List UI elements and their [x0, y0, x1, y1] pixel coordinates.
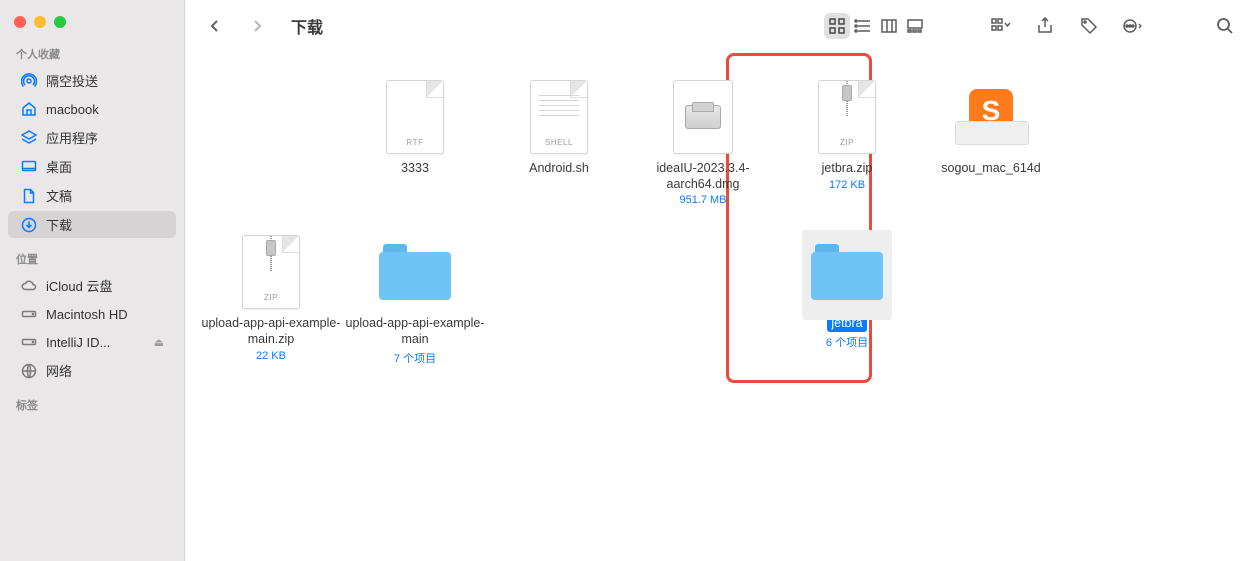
- globe-icon: [20, 362, 38, 380]
- window-title: 下载: [291, 14, 323, 38]
- desktop-icon: [20, 158, 38, 176]
- drive-icon: [20, 305, 38, 323]
- file-item[interactable]: ZIP jetbra.zip 172 KB: [775, 79, 919, 206]
- download-icon: [20, 216, 38, 234]
- view-gallery-button[interactable]: [902, 13, 928, 39]
- sidebar-item-desktop[interactable]: 桌面: [8, 153, 176, 180]
- sidebar-item-macintosh-hd[interactable]: Macintosh HD: [8, 301, 176, 327]
- action-menu-button[interactable]: [1120, 13, 1146, 39]
- file-item-selected[interactable]: jetbra 6 个项目: [775, 234, 919, 365]
- file-name: sogou_mac_614d: [941, 161, 1040, 177]
- sidebar-item-label: 网络: [46, 361, 72, 380]
- drive-icon: [20, 333, 38, 351]
- finder-window: 个人收藏 隔空投送 macbook 应用程序 桌面 文稿 下载 位置 iC: [0, 0, 1256, 561]
- file-name: jetbra.zip: [822, 161, 873, 177]
- sidebar-item-home[interactable]: macbook: [8, 96, 176, 122]
- file-item[interactable]: RTF 3333: [343, 79, 487, 206]
- file-meta: 172 KB: [829, 179, 865, 191]
- dmg-file-icon: [673, 80, 733, 154]
- content-pane: 下载 RTF 3333 SHE: [185, 0, 1256, 561]
- sidebar-item-label: Macintosh HD: [46, 307, 128, 322]
- close-window-button[interactable]: [14, 16, 26, 28]
- sogou-app-icon: S: [955, 89, 1027, 145]
- sidebar-item-label: macbook: [46, 102, 99, 117]
- window-controls: [0, 8, 184, 42]
- view-icons-button[interactable]: [824, 13, 850, 39]
- view-columns-button[interactable]: [876, 13, 902, 39]
- file-name: 3333: [401, 161, 429, 177]
- file-item[interactable]: ideaIU-2023.3.4-aarch64.dmg 951.7 MB: [631, 79, 775, 206]
- rtf-file-icon: RTF: [386, 80, 444, 154]
- toolbar: 下载: [185, 0, 1256, 53]
- forward-button[interactable]: [245, 14, 269, 38]
- shell-file-icon: SHELL: [530, 80, 588, 154]
- sidebar-item-label: iCloud 云盘: [46, 276, 112, 295]
- sidebar-section-favorites: 个人收藏: [0, 42, 184, 66]
- file-name: ideaIU-2023.3.4-aarch64.dmg: [633, 161, 773, 192]
- sidebar-item-label: 应用程序: [46, 128, 98, 147]
- house-icon: [20, 100, 38, 118]
- file-item[interactable]: ZIP upload-app-api-example-main.zip 22 K…: [199, 234, 343, 365]
- zip-file-icon: ZIP: [818, 80, 876, 154]
- sidebar-item-label: 文稿: [46, 186, 72, 205]
- sidebar-section-locations: 位置: [0, 247, 184, 271]
- sidebar-item-label: 桌面: [46, 157, 72, 176]
- airdrop-icon: [20, 72, 38, 90]
- file-meta: 7 个项目: [394, 350, 436, 366]
- sidebar-item-documents[interactable]: 文稿: [8, 182, 176, 209]
- tags-button[interactable]: [1076, 13, 1102, 39]
- group-by-button[interactable]: [988, 13, 1014, 39]
- app-icon: [20, 129, 38, 147]
- file-item[interactable]: SHELL Android.sh: [487, 79, 631, 206]
- sidebar-item-label: 隔空投送: [46, 71, 98, 90]
- sidebar-item-applications[interactable]: 应用程序: [8, 124, 176, 151]
- sidebar-item-network[interactable]: 网络: [8, 357, 176, 384]
- sidebar: 个人收藏 隔空投送 macbook 应用程序 桌面 文稿 下载 位置 iC: [0, 0, 185, 561]
- search-button[interactable]: [1212, 13, 1238, 39]
- file-meta: 6 个项目: [826, 334, 868, 350]
- file-meta: 951.7 MB: [679, 194, 726, 206]
- file-name: upload-app-api-example-main: [345, 316, 485, 347]
- file-item[interactable]: upload-app-api-example-main 7 个项目: [343, 234, 487, 365]
- folder-icon: [379, 244, 451, 300]
- maximize-window-button[interactable]: [54, 16, 66, 28]
- file-item[interactable]: S sogou_mac_614d: [919, 79, 1063, 206]
- file-name: upload-app-api-example-main.zip: [201, 316, 341, 347]
- sidebar-item-label: 下载: [46, 215, 72, 234]
- back-button[interactable]: [203, 14, 227, 38]
- doc-icon: [20, 187, 38, 205]
- folder-icon: [811, 244, 883, 300]
- cloud-icon: [20, 277, 38, 295]
- sidebar-item-intellij-disk[interactable]: IntelliJ ID... ⏏: [8, 329, 176, 355]
- sidebar-item-downloads[interactable]: 下载: [8, 211, 176, 238]
- zip-file-icon: ZIP: [242, 235, 300, 309]
- sidebar-item-label: IntelliJ ID...: [46, 335, 110, 350]
- files-area[interactable]: RTF 3333 SHELL Android.sh ideaIU-2023.3.…: [185, 53, 1256, 561]
- eject-icon[interactable]: ⏏: [154, 336, 164, 349]
- minimize-window-button[interactable]: [34, 16, 46, 28]
- sidebar-item-icloud[interactable]: iCloud 云盘: [8, 272, 176, 299]
- file-name: Android.sh: [529, 161, 589, 177]
- sidebar-item-airdrop[interactable]: 隔空投送: [8, 67, 176, 94]
- sidebar-section-tags: 标签: [0, 393, 184, 417]
- file-meta: 22 KB: [256, 350, 286, 362]
- view-list-button[interactable]: [850, 13, 876, 39]
- share-button[interactable]: [1032, 13, 1058, 39]
- view-mode-group: [824, 13, 928, 39]
